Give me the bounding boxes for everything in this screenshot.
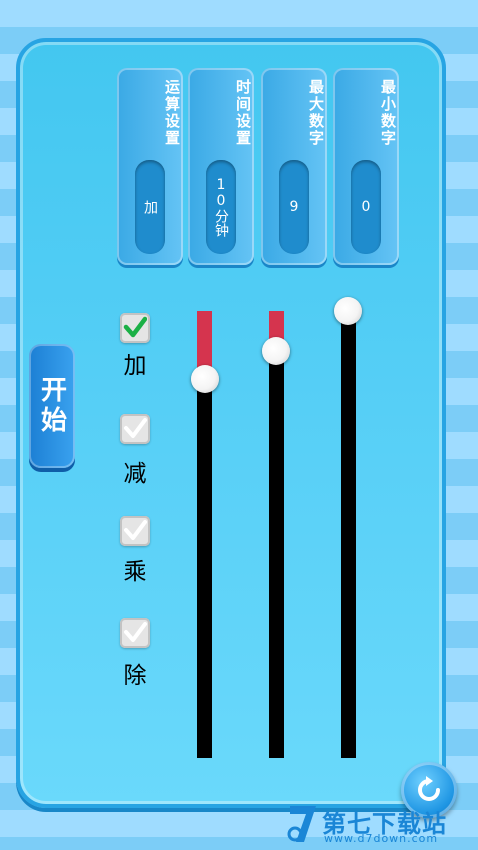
checkbox-multiply[interactable] xyxy=(120,516,150,546)
checkbox-subtract[interactable] xyxy=(120,414,150,444)
check-icon xyxy=(123,316,147,338)
op-label-multiply: 乘 xyxy=(123,559,147,585)
setting-operation-title: 运算设置 xyxy=(163,79,181,147)
watermark-logo-icon xyxy=(287,806,316,842)
setting-min-number-title: 最小数字 xyxy=(379,79,397,147)
setting-time-value: 10分钟 xyxy=(206,160,236,254)
setting-max-number-value: 9 xyxy=(279,160,309,254)
slider-time-fill xyxy=(197,311,212,367)
slider-max-number-thumb[interactable] xyxy=(262,337,290,365)
empty-check-icon xyxy=(124,622,147,642)
setting-operation[interactable]: 运算设置 加 xyxy=(117,68,183,265)
op-label-add: 加 xyxy=(123,353,147,379)
start-button[interactable]: 开始 xyxy=(29,344,75,468)
op-label-subtract: 减 xyxy=(123,461,147,487)
watermark: 第七下载站 www.d7down.com xyxy=(280,802,476,848)
op-label-divide: 除 xyxy=(123,663,147,689)
setting-time-title: 时间设置 xyxy=(234,79,252,147)
watermark-url: www.d7down.com xyxy=(324,832,439,845)
slider-time-thumb[interactable] xyxy=(191,365,219,393)
refresh-icon xyxy=(418,776,440,801)
setting-operation-value: 加 xyxy=(135,160,165,254)
checkbox-add[interactable] xyxy=(120,313,150,343)
slider-min-number-thumb[interactable] xyxy=(334,297,362,325)
setting-min-number[interactable]: 最小数字 0 xyxy=(333,68,399,265)
setting-max-number[interactable]: 最大数字 9 xyxy=(261,68,327,265)
slider-max-number-track[interactable] xyxy=(269,311,284,758)
setting-time[interactable]: 时间设置 10分钟 xyxy=(188,68,254,265)
empty-check-icon xyxy=(124,418,147,438)
checkbox-divide[interactable] xyxy=(120,618,150,648)
setting-max-number-title: 最大数字 xyxy=(307,79,325,147)
setting-min-number-value: 0 xyxy=(351,160,381,254)
empty-check-icon xyxy=(124,520,147,540)
slider-min-number-track[interactable] xyxy=(341,310,356,758)
